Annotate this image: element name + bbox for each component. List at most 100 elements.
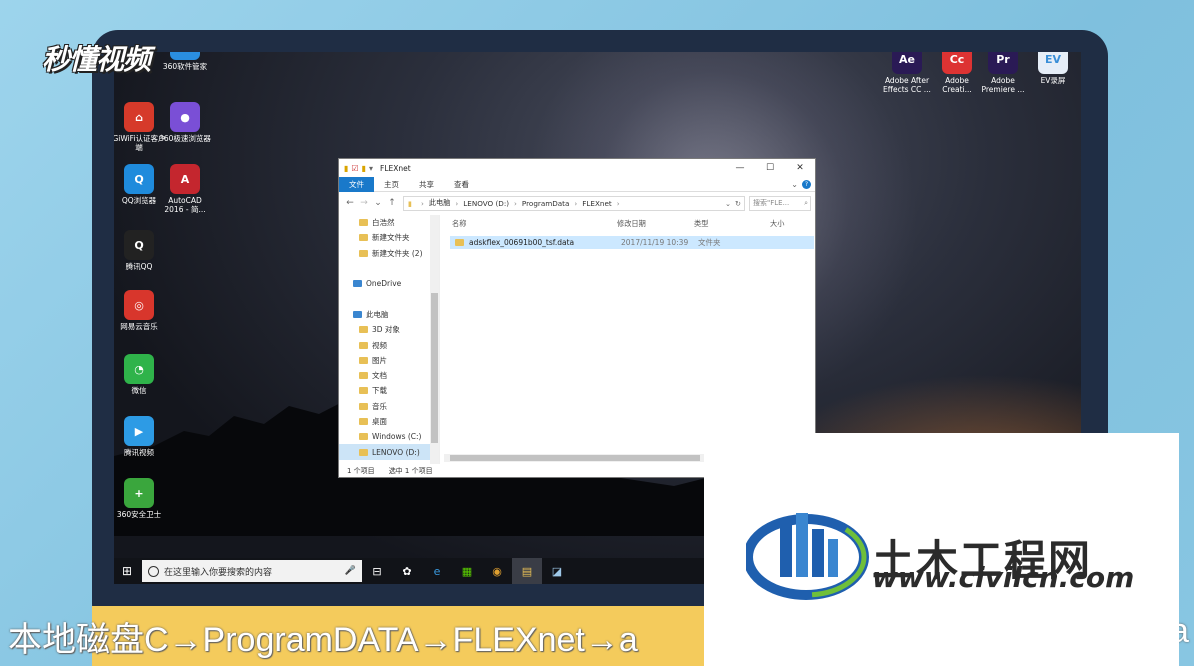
breadcrumb-this-pc[interactable]: 此电脑 xyxy=(429,198,451,208)
desktop-icon-left-8[interactable]: ◔ 微信 xyxy=(114,354,166,395)
folder-icon xyxy=(359,326,368,334)
close-button[interactable]: ✕ xyxy=(785,163,815,173)
address-dropdown-icon[interactable]: ⌄ xyxy=(725,199,731,208)
desktop-icon-right-0[interactable]: Ae Adobe After Effects CC ... xyxy=(880,52,934,94)
tool-app-icon[interactable]: ◪ xyxy=(542,558,572,584)
maximize-button[interactable]: ☐ xyxy=(755,163,785,173)
sidebar-item[interactable]: Windows (C:) xyxy=(339,429,439,444)
item-count: 1 个项目 xyxy=(347,466,375,475)
tab-view[interactable]: 查看 xyxy=(444,177,479,192)
window-titlebar: ▮ ☑ ▮ ▾ FLEXnet — ☐ ✕ xyxy=(339,159,815,177)
folder-icon: ▮ xyxy=(408,198,412,208)
desktop-icon-left-5[interactable]: A AutoCAD 2016 - 简... xyxy=(158,164,212,214)
refresh-icon[interactable]: ↻ xyxy=(735,199,741,208)
app-icon: ⌂ xyxy=(124,102,154,132)
taskbar-search-box[interactable]: 在这里输入你要搜索的内容 🎤 xyxy=(142,560,362,582)
up-arrow-icon[interactable]: ↑ xyxy=(385,198,399,208)
sidebar-item[interactable]: 白浩然 xyxy=(339,215,439,230)
fan-app-icon[interactable]: ✿ xyxy=(392,558,422,584)
folder-icon xyxy=(353,310,362,318)
table-row[interactable]: adskflex_00691b00_tsf.data 2017/11/19 10… xyxy=(450,236,814,249)
nav-scroll-thumb[interactable] xyxy=(431,293,438,443)
desktop-icon-label: EV录屏 xyxy=(1040,76,1066,85)
desktop-icon-label: 360极速浏览器 xyxy=(159,134,211,143)
sidebar-item[interactable] xyxy=(339,291,439,306)
quick-access-dropdown-icon[interactable]: ▾ xyxy=(369,164,373,173)
task-view-icon[interactable]: ⊟ xyxy=(362,558,392,584)
sidebar-item[interactable]: LENOVO (D:) xyxy=(339,444,439,460)
sidebar-item[interactable]: 3D 对象 xyxy=(339,322,439,337)
desktop-icon-label: 网易云音乐 xyxy=(120,322,158,331)
sidebar-item-label: 桌面 xyxy=(372,417,387,426)
ribbon-tabs: 文件 主页 共享 查看 ⌄ ? xyxy=(339,176,815,192)
desktop-icon-left-6[interactable]: Q 腾讯QQ xyxy=(114,230,166,271)
properties-icon[interactable]: ☑ xyxy=(351,164,358,173)
breadcrumb-lenovo-d[interactable]: LENOVO (D:) xyxy=(463,199,509,208)
breadcrumb-flexnet[interactable]: FLEXnet xyxy=(582,199,611,208)
desktop-icon-left-10[interactable]: +360安全卫士 xyxy=(114,478,166,519)
sidebar-item[interactable]: 下载 xyxy=(339,383,439,398)
desktop-icon-left-3[interactable]: ● 360极速浏览器 xyxy=(158,102,212,143)
desktop-icon-label: Adobe Premiere ... xyxy=(981,76,1025,94)
sidebar-item[interactable]: OneDrive xyxy=(339,276,439,291)
column-size[interactable]: 大小 xyxy=(770,219,784,229)
app-icon: ◔ xyxy=(124,354,154,384)
file-explorer-taskbar-icon[interactable]: ▤ xyxy=(512,558,542,584)
desktop-icon-left-1[interactable]: 360软件管家 xyxy=(158,52,212,71)
browser-app-icon[interactable]: ◉ xyxy=(482,558,512,584)
tab-file[interactable]: 文件 xyxy=(339,176,374,192)
sidebar-item-label: 文档 xyxy=(372,371,387,381)
horizontal-scroll-thumb[interactable] xyxy=(450,455,700,461)
sidebar-item[interactable]: 此电脑 xyxy=(339,307,439,322)
minimize-button[interactable]: — xyxy=(725,163,755,173)
sidebar-item-label: OneDrive xyxy=(366,279,402,289)
edge-icon[interactable]: e xyxy=(422,558,452,584)
cortana-circle-icon xyxy=(148,565,159,577)
column-modified[interactable]: 修改日期 xyxy=(617,219,694,229)
file-type: 文件夹 xyxy=(698,238,721,247)
back-arrow-icon[interactable]: ← xyxy=(343,198,357,208)
sidebar-item[interactable] xyxy=(339,261,439,276)
new-folder-icon[interactable]: ▮ xyxy=(362,164,366,173)
help-icon[interactable]: ? xyxy=(802,179,811,189)
search-input[interactable]: 搜索"FLE... ⌕ xyxy=(749,195,811,211)
green-app-icon[interactable]: ▦ xyxy=(452,558,482,584)
sidebar-item[interactable]: 新建文件夹 (2) xyxy=(339,246,439,261)
sidebar-item-label: 新建文件夹 (2) xyxy=(372,248,423,258)
sidebar-item[interactable]: 音乐 xyxy=(339,399,439,414)
desktop-icon-left-9[interactable]: ▶ 腾讯视频 xyxy=(114,416,166,457)
forward-arrow-icon[interactable]: → xyxy=(357,198,371,208)
app-icon: Pr xyxy=(988,52,1018,74)
sidebar-item-label: 音乐 xyxy=(372,401,387,411)
tab-share[interactable]: 共享 xyxy=(409,177,444,192)
microphone-icon[interactable]: 🎤 xyxy=(345,566,356,576)
sidebar-item[interactable]: 视频 xyxy=(339,337,439,352)
app-icon: ◎ xyxy=(124,290,154,320)
ribbon-expand-icon[interactable]: ⌄ xyxy=(791,180,798,189)
windows-start-icon[interactable]: ⊞ xyxy=(114,558,140,584)
breadcrumb-programdata[interactable]: ProgramData xyxy=(522,199,570,208)
navigation-pane: 白浩然 新建文件夹新建文件夹 (2) OneDrive 此电脑 3D 对象 视频图片文档下… xyxy=(339,215,439,464)
breadcrumb[interactable]: ▮ › 此电脑 › LENOVO (D:) › ProgramData › FL… xyxy=(403,195,745,211)
desktop-icon-left-7[interactable]: ◎ 网易云音乐 xyxy=(114,290,166,331)
window-title: FLEXnet xyxy=(380,163,411,173)
desktop-icon-right-3[interactable]: EV EV录屏 xyxy=(1026,52,1080,85)
app-icon xyxy=(170,52,200,60)
sidebar-item[interactable]: 新建文件夹 xyxy=(339,230,439,245)
nav-scrollbar[interactable] xyxy=(430,215,439,464)
column-headers: 名称 修改日期 类型 大小 xyxy=(440,215,815,233)
sidebar-item[interactable]: 桌面 xyxy=(339,414,439,429)
folder-icon xyxy=(353,280,362,288)
sidebar-item[interactable]: 图片 xyxy=(339,353,439,368)
folder-icon xyxy=(455,239,464,246)
column-name[interactable]: 名称 xyxy=(452,219,617,229)
recent-locations-icon[interactable]: ⌄ xyxy=(371,198,385,208)
column-type[interactable]: 类型 xyxy=(694,219,770,229)
sidebar-item-label: 图片 xyxy=(372,355,387,365)
tab-home[interactable]: 主页 xyxy=(374,177,409,192)
desktop-icon-right-2[interactable]: Pr Adobe Premiere ... xyxy=(976,52,1030,94)
sidebar-item[interactable]: 文档 xyxy=(339,368,439,383)
folder-icon xyxy=(359,234,368,242)
folder-icon xyxy=(359,249,368,257)
desktop-icon-label: 腾讯视频 xyxy=(124,448,154,457)
